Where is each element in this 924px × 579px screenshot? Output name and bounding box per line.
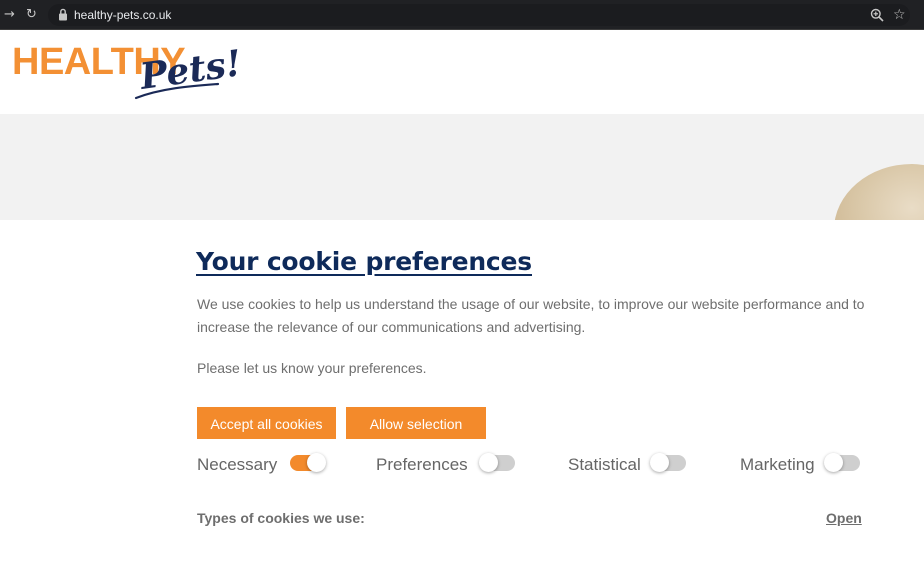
address-url[interactable]: healthy-pets.co.uk: [74, 7, 171, 23]
cookie-title: Your cookie preferences: [196, 247, 532, 276]
toggle-knob: [307, 453, 326, 472]
site-logo[interactable]: HEALTHY Pets!: [12, 38, 244, 108]
toggle-knob: [824, 453, 843, 472]
marketing-toggle[interactable]: [824, 453, 860, 472]
cookie-description: We use cookies to help us understand the…: [197, 296, 865, 335]
cookie-types-label: Types of cookies we use:: [197, 510, 365, 526]
preferences-label: Preferences: [376, 455, 468, 474]
hero-pet-image: [834, 164, 924, 220]
statistical-label: Statistical: [568, 455, 641, 474]
necessary-toggle[interactable]: [290, 453, 326, 472]
necessary-label: Necessary: [197, 455, 278, 474]
logo-swoosh-icon: [134, 82, 220, 100]
toggle-knob: [650, 453, 669, 472]
hero-banner: [0, 114, 924, 220]
star-icon[interactable]: ☆: [893, 7, 906, 23]
address-bar[interactable]: [48, 4, 910, 26]
open-cookie-types-link[interactable]: Open: [826, 509, 862, 527]
reload-icon[interactable]: ↻: [26, 7, 37, 23]
zoom-icon[interactable]: [870, 8, 884, 22]
site-header: HEALTHY Pets!: [0, 30, 924, 114]
accept-all-cookies-button[interactable]: Accept all cookies: [197, 407, 336, 439]
cookie-prompt: Please let us know your preferences.: [197, 360, 427, 376]
allow-selection-button[interactable]: Allow selection: [346, 407, 486, 439]
toggle-knob: [479, 453, 498, 472]
statistical-toggle[interactable]: [650, 453, 686, 472]
preferences-toggle[interactable]: [479, 453, 515, 472]
marketing-label: Marketing: [740, 455, 815, 474]
browser-toolbar: → ↻ healthy-pets.co.uk ☆: [0, 0, 924, 30]
back-arrow-icon[interactable]: →: [4, 7, 15, 23]
lock-icon: [59, 8, 67, 21]
